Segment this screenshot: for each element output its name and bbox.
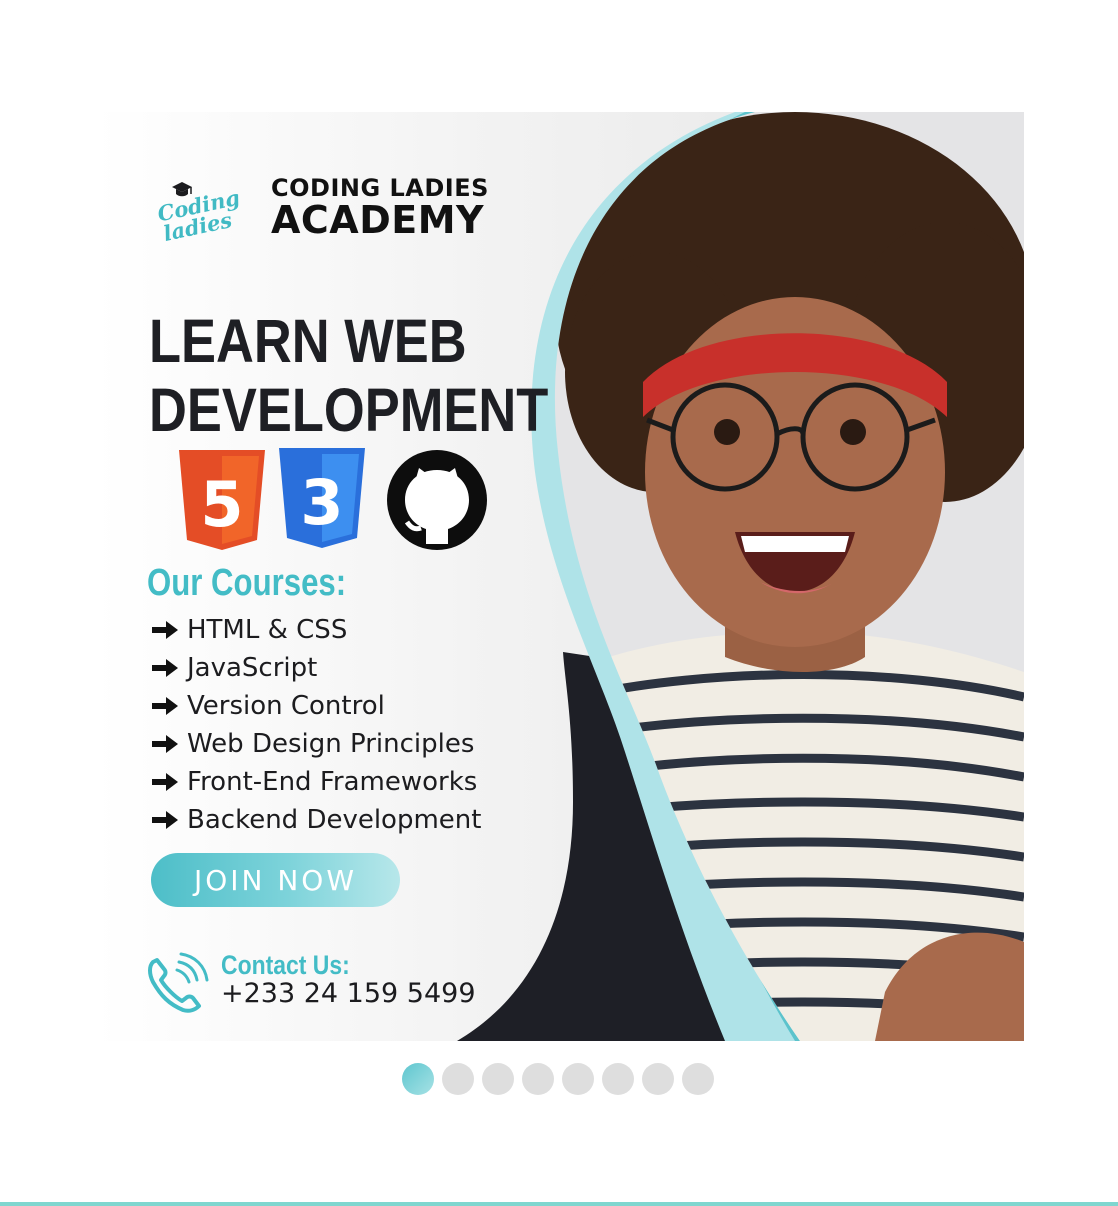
phone-icon (148, 952, 209, 1013)
arrow-right-icon (152, 811, 178, 829)
join-now-button[interactable]: JOIN NOW (151, 853, 400, 907)
carousel-dot-6[interactable] (602, 1063, 634, 1095)
arrow-right-icon (152, 621, 178, 639)
course-item-label: Front-End Frameworks (187, 767, 478, 797)
html5-icon: 5 (179, 450, 265, 550)
academy-name-line2: ACADEMY (271, 198, 485, 242)
course-item: Front-End Frameworks (151, 763, 481, 801)
css3-icon: 3 (279, 448, 365, 548)
course-item: Backend Development (151, 801, 481, 839)
carousel-dot-5[interactable] (562, 1063, 594, 1095)
arrow-right-icon (152, 697, 178, 715)
course-item-label: JavaScript (187, 653, 318, 683)
course-list: HTML & CSS JavaScript Version Control We… (151, 611, 481, 839)
coding-ladies-logo: Coding ladies (145, 174, 245, 246)
carousel-dot-8[interactable] (682, 1063, 714, 1095)
carousel-dot-7[interactable] (642, 1063, 674, 1095)
carousel-pagination (402, 1063, 714, 1095)
arrow-right-icon (152, 735, 178, 753)
html5-number: 5 (200, 468, 243, 541)
carousel-dot-3[interactable] (482, 1063, 514, 1095)
css3-number: 3 (300, 466, 343, 539)
course-item: Version Control (151, 687, 481, 725)
arrow-right-icon (152, 659, 178, 677)
course-item: HTML & CSS (151, 611, 481, 649)
headline-line1: LEARN WEB (149, 307, 467, 375)
arrow-right-icon (152, 773, 178, 791)
bottom-divider (0, 1202, 1118, 1206)
headline-line2: DEVELOPMENT (149, 376, 549, 444)
course-item-label: HTML & CSS (187, 615, 348, 645)
github-icon (387, 450, 487, 550)
carousel-dot-1[interactable] (402, 1063, 434, 1095)
course-item: Web Design Principles (151, 725, 481, 763)
carousel-dot-4[interactable] (522, 1063, 554, 1095)
courses-title: Our Courses: (147, 562, 347, 604)
course-item-label: Backend Development (187, 805, 482, 835)
course-item: JavaScript (151, 649, 481, 687)
tech-logos: 5 3 (179, 448, 487, 550)
contact-phone: +233 24 159 5499 (221, 978, 476, 1009)
course-item-label: Web Design Principles (187, 729, 475, 759)
contact-label: Contact Us: (221, 950, 350, 980)
course-item-label: Version Control (187, 691, 385, 721)
promo-slide: Coding ladies CODING LADIES ACADEMY LEAR… (95, 112, 1024, 1041)
carousel-dot-2[interactable] (442, 1063, 474, 1095)
